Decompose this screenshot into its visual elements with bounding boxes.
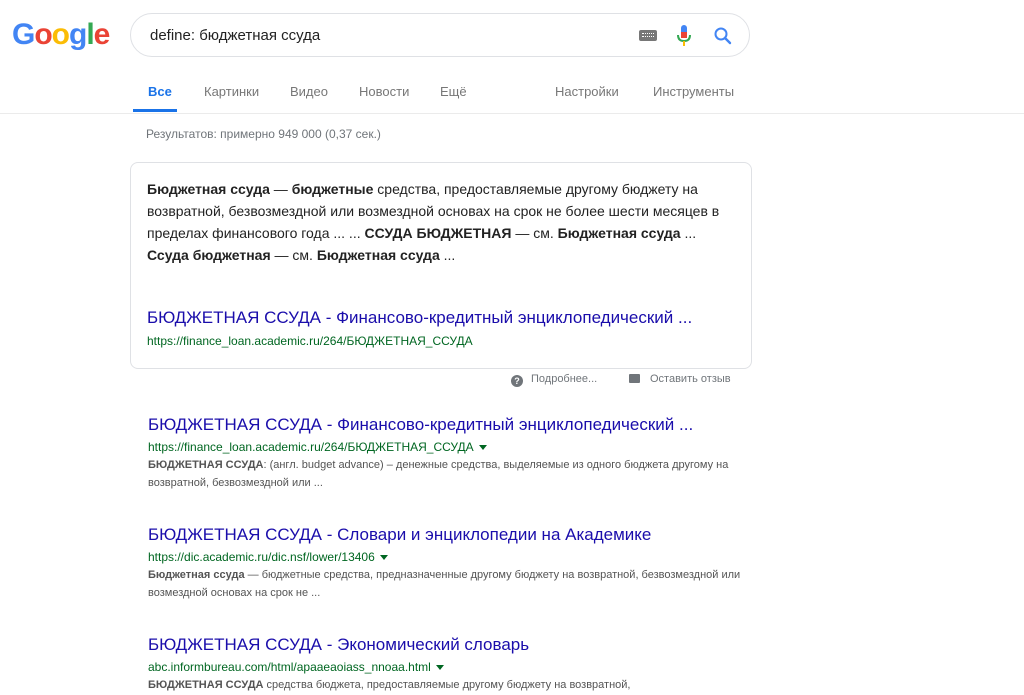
result-snippet: БЮДЖЕТНАЯ ССУДА: (англ. budget advance) … [148,456,748,492]
help-icon: ? [511,375,523,387]
search-result: БЮДЖЕТНАЯ ССУДА - Экономический словарь … [148,634,758,694]
dropdown-arrow-icon[interactable] [478,445,487,450]
highlighted-term: ССУДА БЮДЖЕТНАЯ [364,225,512,241]
result-url-text[interactable]: https://dic.academic.ru/dic.nsf/lower/13… [148,550,375,564]
search-result: БЮДЖЕТНАЯ ССУДА - Словари и энциклопедии… [148,524,758,602]
feedback-link[interactable]: Оставить отзыв [629,373,731,385]
search-icon[interactable] [713,26,733,46]
result-url: https://dic.academic.ru/dic.nsf/lower/13… [148,548,758,566]
tab-video[interactable]: Видео [290,84,328,99]
tab-settings[interactable]: Настройки [555,84,619,99]
result-snippet: БЮДЖЕТНАЯ ССУДА средства бюджета, предос… [148,676,748,694]
highlighted-term: Ссуда бюджетная [147,247,271,263]
search-tabs: Все Картинки Видео Новости Ещё Настройки… [0,58,1024,114]
featured-snippet-card: Бюджетная ссуда — бюджетные средства, пр… [130,162,752,369]
highlighted-term: бюджетные [291,181,374,197]
logo-letter: l [86,18,94,51]
feedback-icon [629,374,640,383]
result-snippet: Бюджетная ссуда — бюджетные средства, пр… [148,566,748,602]
result-stats: Результатов: примерно 949 000 (0,37 сек.… [146,127,381,141]
logo-letter: o [51,18,70,51]
microphone-icon[interactable] [677,25,691,47]
search-result: БЮДЖЕТНАЯ ССУДА - Финансово-кредитный эн… [148,414,758,492]
text-segment: средства бюджета, предоставляемые другом… [263,679,631,691]
about-snippet-link[interactable]: ? Подробнее... [511,373,597,387]
highlighted-term: Бюджетная ссуда [148,569,245,581]
tab-tools[interactable]: Инструменты [653,84,734,99]
tab-images[interactable]: Картинки [204,84,259,99]
result-title[interactable]: БЮДЖЕТНАЯ ССУДА - Финансово-кредитный эн… [148,415,693,434]
logo-letter: e [93,18,111,51]
text-segment: ... [439,247,456,263]
keyboard-icon[interactable] [639,30,657,41]
tab-news[interactable]: Новости [359,84,409,99]
tab-all[interactable]: Все [148,84,172,99]
featured-result-url[interactable]: https://finance_loan.academic.ru/264/БЮД… [147,334,473,348]
highlighted-term: БЮДЖЕТНАЯ ССУДА [148,679,264,691]
feedback-label: Оставить отзыв [650,373,731,385]
text-segment: ... [680,225,697,241]
text-segment: — см. [511,225,558,241]
result-title[interactable]: БЮДЖЕТНАЯ ССУДА - Словари и энциклопедии… [148,525,651,544]
search-box[interactable] [130,13,750,57]
result-url-text[interactable]: https://finance_loan.academic.ru/264/БЮД… [148,440,474,454]
highlighted-term: Бюджетная ссуда [147,181,270,197]
active-tab-indicator [133,109,177,112]
featured-definition: Бюджетная ссуда — бюджетные средства, пр… [147,178,727,266]
google-logo[interactable]: Google [12,18,111,52]
search-input[interactable] [150,24,620,46]
result-url: https://finance_loan.academic.ru/264/БЮД… [148,438,758,456]
result-title[interactable]: БЮДЖЕТНАЯ ССУДА - Экономический словарь [148,635,529,654]
result-url-text[interactable]: abc.informbureau.com/html/apaaeaoiass_nn… [148,660,431,674]
dropdown-arrow-icon[interactable] [435,665,444,670]
highlighted-term: Бюджетная ссуда [316,247,440,263]
dropdown-arrow-icon[interactable] [379,555,388,560]
highlighted-term: БЮДЖЕТНАЯ ССУДА [148,459,264,471]
about-snippet-label: Подробнее... [531,373,598,385]
logo-letter: G [12,18,35,51]
highlighted-term: Бюджетная ссуда [557,225,681,241]
logo-letter: o [34,18,52,51]
result-url: abc.informbureau.com/html/apaaeaoiass_nn… [148,658,758,676]
tab-more[interactable]: Ещё [440,84,467,99]
featured-result-title[interactable]: БЮДЖЕТНАЯ ССУДА - Финансово-кредитный эн… [147,308,692,328]
text-segment: — [269,181,292,197]
logo-letter: g [69,18,87,51]
text-segment: — см. [270,247,317,263]
